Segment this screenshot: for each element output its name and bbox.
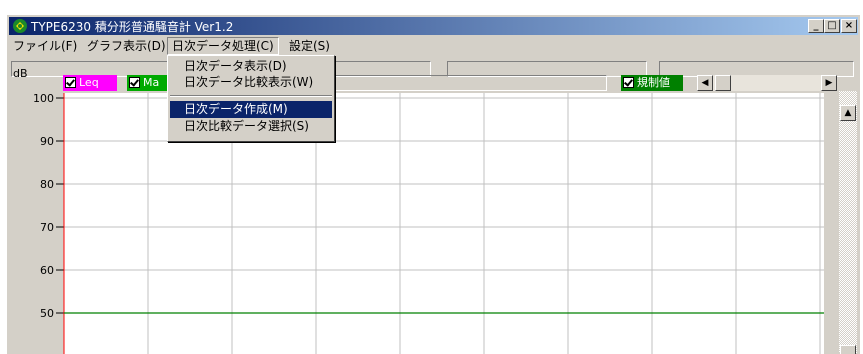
y-tick-label: 100 [33, 93, 54, 105]
y-tick-label: 90 [40, 135, 54, 148]
legend-leq-label: Leq [79, 76, 99, 89]
dropdown-item-daily-compare-select[interactable]: 日次比較データ選択(S) [170, 118, 332, 135]
leq-checkbox[interactable] [65, 77, 76, 88]
legend-max-label: Ma [143, 76, 160, 89]
app-window: TYPE6230 積分形普通騒音計 Ver1.2 _ □ × ファイル(F) グ… [6, 14, 860, 354]
scroll-up-button[interactable]: ▲ [840, 105, 856, 121]
y-tick-label: 60 [40, 264, 54, 277]
close-icon: × [844, 20, 854, 31]
scroll-left-button[interactable]: ◀ [697, 75, 713, 91]
y-tick-label: 70 [40, 221, 54, 234]
title-bar[interactable]: TYPE6230 積分形普通騒音計 Ver1.2 _ □ × [9, 17, 858, 35]
legend-leq[interactable]: Leq [63, 75, 117, 91]
menu-graph-display[interactable]: グラフ表示(D) [83, 37, 170, 55]
scroll-vertical-thumb[interactable] [840, 345, 856, 354]
y-axis-unit: dB [13, 67, 28, 80]
close-button[interactable]: × [841, 19, 857, 33]
daily-data-dropdown: 日次データ表示(D) 日次データ比較表示(W) 日次データ作成(M) 日次比較デ… [167, 55, 335, 142]
y-tick-label: 80 [40, 178, 54, 191]
app-icon[interactable] [12, 18, 28, 34]
limit-checkbox[interactable] [623, 77, 634, 88]
dropdown-item-daily-create[interactable]: 日次データ作成(M) [170, 101, 332, 118]
menu-daily-data-processing[interactable]: 日次データ処理(C) [167, 37, 279, 55]
menu-bar: ファイル(F) グラフ表示(D) 日次データ処理(C) 設定(S) [9, 36, 858, 56]
scroll-right-button[interactable]: ▶ [821, 75, 837, 91]
horizontal-scrollbar[interactable]: ◀ ▶ [697, 75, 837, 91]
max-checkbox[interactable] [129, 77, 140, 88]
dropdown-item-daily-compare[interactable]: 日次データ比較表示(W) [170, 74, 332, 91]
legend-limit-label: 規制値 [637, 76, 670, 89]
vertical-scrollbar[interactable]: ▲ [839, 91, 857, 354]
y-tick-label: 50 [40, 307, 54, 320]
minimize-button[interactable]: _ [808, 19, 824, 33]
window-title: TYPE6230 積分形普通騒音計 Ver1.2 [31, 20, 234, 34]
maximize-icon: □ [827, 20, 837, 31]
menu-settings[interactable]: 設定(S) [285, 37, 334, 55]
maximize-button[interactable]: □ [824, 19, 840, 33]
menu-file[interactable]: ファイル(F) [9, 37, 81, 55]
chart-area: 100 90 80 70 60 50 [7, 93, 857, 354]
minimize-icon: _ [813, 20, 819, 31]
legend-limit[interactable]: 規制値 [621, 75, 683, 91]
dropdown-item-daily-display[interactable]: 日次データ表示(D) [170, 58, 332, 75]
scroll-thumb[interactable] [715, 75, 731, 91]
legend-max[interactable]: Ma [127, 75, 167, 91]
legend-bar-field [332, 75, 607, 91]
dropdown-separator [170, 95, 332, 97]
